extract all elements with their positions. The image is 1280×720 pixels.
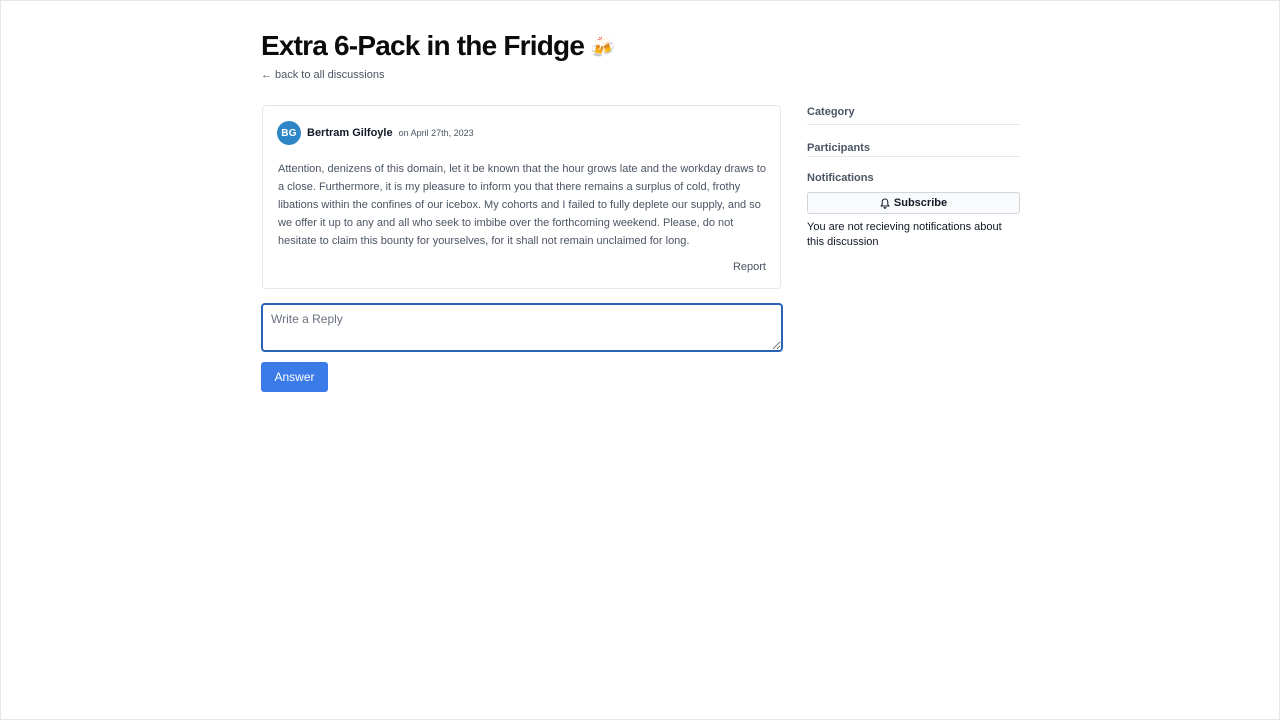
discussion-post: BG Bertram Gilfoyle on April 27th, 2023 … [262,105,781,289]
notifications-section: Notifications Subscribe You are not reci… [807,172,1020,250]
back-to-discussions-link[interactable]: ← back to all discussions [261,69,384,81]
subscribe-button[interactable]: Subscribe [807,192,1020,214]
post-date: on April 27th, 2023 [398,128,474,138]
author-avatar[interactable]: BG [277,121,301,145]
arrow-left-icon: ← [261,69,272,81]
page-title-text: Extra 6-Pack in the Fridge [261,30,585,61]
bell-icon [880,197,890,209]
category-heading: Category [807,106,855,118]
report-button[interactable]: Report [733,261,766,273]
reply-textarea[interactable] [261,303,783,352]
page-title: Extra 6-Pack in the Fridge 🍻 [261,29,615,63]
discussion-header: Extra 6-Pack in the Fridge 🍻 ← back to a… [261,29,615,83]
participants-heading: Participants [807,142,870,154]
author-name[interactable]: Bertram Gilfoyle [307,127,393,139]
answer-button[interactable]: Answer [261,362,328,392]
post-body: Attention, denizens of this domain, let … [278,163,766,247]
participants-divider [807,156,1020,157]
back-link-label: back to all discussions [275,69,385,81]
page-frame: Extra 6-Pack in the Fridge 🍻 ← back to a… [0,0,1280,720]
post-author-row: BG Bertram Gilfoyle on April 27th, 2023 [277,121,474,145]
beer-mugs-icon: 🍻 [590,35,615,59]
notifications-heading: Notifications [807,172,874,184]
category-section: Category [807,106,1020,125]
notification-status-text: You are not recieving notifications abou… [807,221,1002,248]
subscribe-label: Subscribe [893,197,948,209]
category-divider [807,124,1020,125]
participants-section: Participants [807,142,1020,157]
